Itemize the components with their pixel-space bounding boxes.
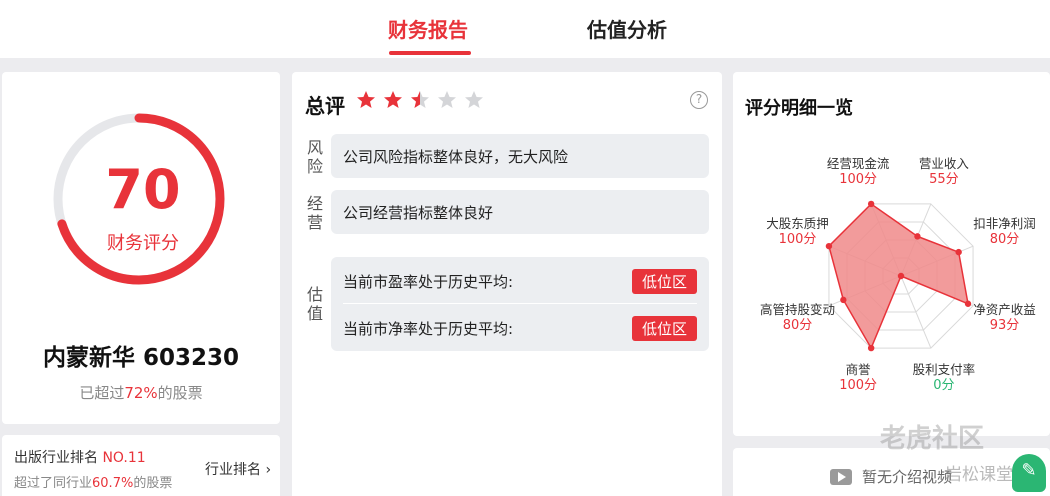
floating-action-button[interactable]: ✎ — [1012, 454, 1046, 492]
risk-text: 公司风险指标整体良好，无大风险 — [343, 148, 569, 166]
star-icon — [357, 91, 375, 108]
industry-beat-percent: 60.7% — [92, 476, 134, 491]
tab-bar: 财务报告 估值分析 — [0, 0, 1050, 58]
radar-label: 高管持股变动 80分 — [753, 302, 843, 334]
risk-box: 公司风险指标整体良好，无大风险 — [331, 134, 709, 178]
radar-label-value: 100分 — [839, 171, 878, 187]
operation-text: 公司经营指标整体良好 — [343, 204, 494, 222]
operation-box: 公司经营指标整体良好 — [331, 190, 709, 234]
radar-point — [867, 344, 875, 352]
pb-ratio-row: 当前市净率处于历史平均: 低位区 — [343, 304, 697, 350]
radar-label-value: 55分 — [929, 171, 959, 187]
radar-point — [867, 200, 875, 208]
help-icon[interactable]: ? — [690, 91, 708, 109]
radar-label-name: 净资产收益 — [973, 301, 1036, 317]
financial-score-value: 70 — [105, 158, 181, 221]
chevron-right-icon: › — [265, 462, 272, 478]
intro-video-empty: 暂无介绍视频 — [830, 466, 952, 487]
radar-label-name: 营业收入 — [918, 155, 969, 171]
industry-beat-text: 超过了同行业60.7%的股票 — [14, 476, 173, 491]
radar-label-name: 股利支付率 — [912, 362, 976, 378]
score-detail-title: 评分明细一览 — [745, 98, 853, 119]
beat-stocks-text: 已超过72%的股票 — [79, 384, 203, 402]
beat-percent: 72% — [124, 384, 158, 402]
industry-rank-value: NO.11 — [102, 450, 146, 466]
radar-label: 经营现金流 100分 — [813, 156, 903, 188]
star-icon — [465, 91, 483, 108]
radar-label-value: 100分 — [839, 378, 878, 394]
radar-point — [955, 248, 962, 256]
radar-label: 营业收入 55分 — [899, 156, 989, 188]
radar-label: 扣非净利润 80分 — [959, 216, 1049, 248]
radar-label: 大股东质押 100分 — [753, 216, 843, 248]
tab-valuation-analysis[interactable]: 估值分析 — [587, 14, 667, 43]
star-icon — [411, 91, 429, 108]
tab-financial-report[interactable]: 财务报告 — [388, 14, 468, 43]
industry-rank-link[interactable]: 行业排名 › — [205, 459, 271, 479]
radar-label-name: 扣非净利润 — [973, 216, 1036, 232]
active-tab-indicator — [389, 51, 471, 55]
radar-label-name: 大股东质押 — [766, 216, 829, 232]
score-radar-chart — [825, 200, 974, 352]
summary-title: 总评 — [305, 94, 345, 118]
radar-point — [897, 272, 905, 280]
category-risk-label: 风险 — [307, 138, 324, 176]
watermark-sub: 岩松课堂 — [945, 465, 1013, 485]
radar-label-value: 80分 — [989, 232, 1020, 248]
company-name-code: 内蒙新华 603230 — [42, 345, 240, 371]
category-operation-label: 经营 — [307, 194, 324, 232]
pb-ratio-badge: 低位区 — [631, 316, 697, 341]
pe-ratio-row: 当前市盈率处于历史平均: 低位区 — [343, 257, 697, 303]
radar-label: 商誉 100分 — [813, 362, 903, 394]
financial-score-label: 财务评分 — [107, 233, 179, 254]
radar-point — [914, 233, 921, 240]
radar-label-name: 经营现金流 — [826, 155, 890, 171]
industry-rank-text: 出版行业排名 NO.11 — [14, 450, 146, 466]
valuation-box: 当前市盈率处于历史平均: 低位区 当前市净率处于历史平均: 低位区 — [331, 257, 709, 351]
pe-ratio-badge: 低位区 — [631, 269, 697, 294]
radar-label-name: 商誉 — [845, 362, 871, 378]
radar-label-value: 80分 — [782, 317, 813, 333]
pe-ratio-text: 当前市盈率处于历史平均: — [343, 273, 514, 291]
category-valuation-label: 估值 — [307, 285, 324, 323]
intro-video-empty-text: 暂无介绍视频 — [862, 468, 953, 486]
star-icon — [438, 91, 456, 108]
radar-label: 净资产收益 93分 — [959, 302, 1049, 334]
radar-label-value: 93分 — [989, 317, 1020, 333]
radar-label: 股利支付率 0分 — [899, 362, 989, 394]
star-icon — [384, 91, 402, 108]
rating-stars — [356, 90, 484, 110]
video-play-icon — [830, 468, 852, 485]
watermark-logo: 老虎社区 — [880, 424, 985, 454]
radar-label-name: 高管持股变动 — [760, 301, 836, 317]
chat-icon: ✎ — [1021, 460, 1037, 481]
pb-ratio-text: 当前市净率处于历史平均: — [343, 320, 514, 338]
radar-label-value: 0分 — [933, 378, 955, 394]
radar-label-value: 100分 — [778, 232, 817, 248]
